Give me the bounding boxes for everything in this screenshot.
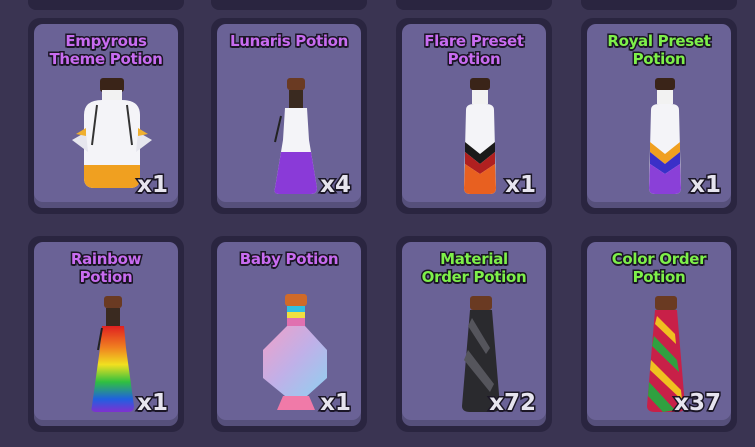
inventory-slot-color-order-potion[interactable]: Color Order Potion x37 [581,236,737,432]
item-title: Rainbow Potion [69,249,143,288]
inventory-slot-lunaris-potion[interactable]: Lunaris Potion x4 [211,18,367,214]
item-count: x37 [673,389,723,418]
inventory-slot-baby-potion[interactable]: Baby Potion x1 [211,236,367,432]
item-title: Material Order Potion [420,249,528,288]
item-title: Empyrous Theme Potion [48,31,164,70]
item-title: Royal Preset Potion [606,31,713,70]
item-count: x1 [136,389,170,418]
item-count: x72 [488,389,538,418]
inventory-slot-partial[interactable] [211,0,367,10]
item-count: x1 [136,171,170,200]
item-count: x1 [319,389,353,418]
item-title: Baby Potion [238,249,340,270]
item-title: Lunaris Potion [228,31,349,52]
inventory-slot-empyrous-theme-potion[interactable]: Empyrous Theme Potion x1 [28,18,184,214]
item-count: x1 [689,171,723,200]
inventory-slot-material-order-potion[interactable]: Material Order Potion x72 [396,236,552,432]
inventory-slot-flare-preset-potion[interactable]: Flare Preset Potion x1 [396,18,552,214]
inventory-slot-partial[interactable] [396,0,552,10]
item-title: Color Order Potion [610,249,708,288]
item-count: x1 [504,171,538,200]
inventory-slot-partial[interactable] [581,0,737,10]
inventory-slot-rainbow-potion[interactable]: Rainbow Potion x1 [28,236,184,432]
item-title: Flare Preset Potion [423,31,526,70]
inventory-slot-partial[interactable] [28,0,184,10]
inventory-slot-royal-preset-potion[interactable]: Royal Preset Potion x1 [581,18,737,214]
item-count: x4 [319,171,353,200]
